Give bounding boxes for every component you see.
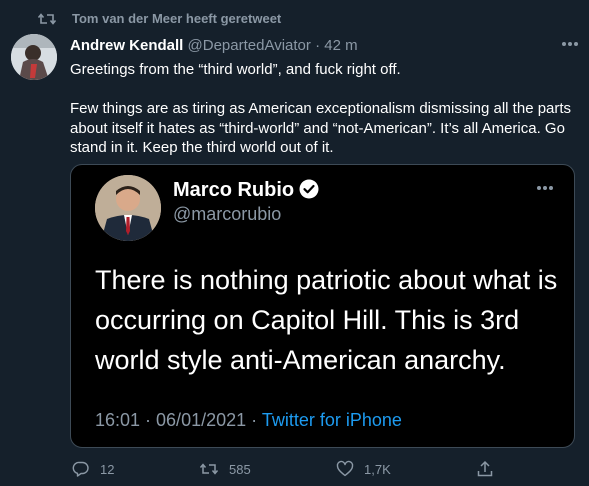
retweet-banner-text[interactable]: Tom van der Meer heeft geretweet: [72, 11, 281, 27]
tweet-header: Andrew Kendall @DepartedAviator · 42 m: [70, 36, 358, 56]
retweet-count: 585: [229, 461, 251, 477]
quoted-author-handle[interactable]: @marcorubio: [173, 202, 281, 226]
reply-count: 12: [100, 461, 115, 477]
avatar[interactable]: [11, 34, 57, 80]
retweet-icon: [38, 13, 56, 25]
retweet-action-icon: [199, 463, 219, 475]
quoted-timestamp[interactable]: 16:01 · 06/01/2021 ·: [95, 410, 257, 430]
author-handle[interactable]: @DepartedAviator: [188, 37, 311, 54]
reply-icon: [72, 461, 89, 477]
reply-action[interactable]: 12: [72, 456, 114, 482]
quoted-more-options-icon[interactable]: [534, 183, 556, 193]
tweet-paragraph-1: Greetings from the “third world”, and fu…: [70, 61, 401, 78]
quoted-tweet-meta: 16:01 · 06/01/2021 · Twitter for iPhone: [95, 408, 402, 432]
avatar-image: [11, 34, 57, 80]
retweet-action[interactable]: 585: [199, 456, 251, 482]
like-action[interactable]: 1,7K: [336, 456, 391, 482]
tweet-actions: 12 585 1,7K: [0, 456, 589, 482]
quoted-tweet-text: There is nothing patriotic about what is…: [95, 265, 558, 375]
share-action[interactable]: [476, 456, 494, 482]
tweet-time[interactable]: 42 m: [324, 37, 357, 54]
verified-badge-icon: [299, 179, 319, 199]
separator-dot: ·: [315, 37, 321, 54]
quoted-tweet-card[interactable]: Marco Rubio @marcorubio There is nothing…: [70, 164, 575, 448]
quoted-author-name[interactable]: Marco Rubio: [173, 177, 294, 203]
quoted-avatar-image: [95, 175, 161, 241]
share-icon: [477, 460, 493, 477]
tweet-paragraph-2: Few things are as tiring as American exc…: [70, 100, 572, 156]
tweet-text: Greetings from the “third world”, and fu…: [70, 60, 575, 158]
like-count: 1,7K: [364, 461, 391, 477]
more-options-icon[interactable]: [559, 38, 581, 50]
quoted-avatar[interactable]: [95, 175, 161, 241]
quoted-source-link[interactable]: Twitter for iPhone: [262, 410, 402, 430]
author-name[interactable]: Andrew Kendall: [70, 37, 183, 54]
heart-icon: [336, 460, 354, 477]
